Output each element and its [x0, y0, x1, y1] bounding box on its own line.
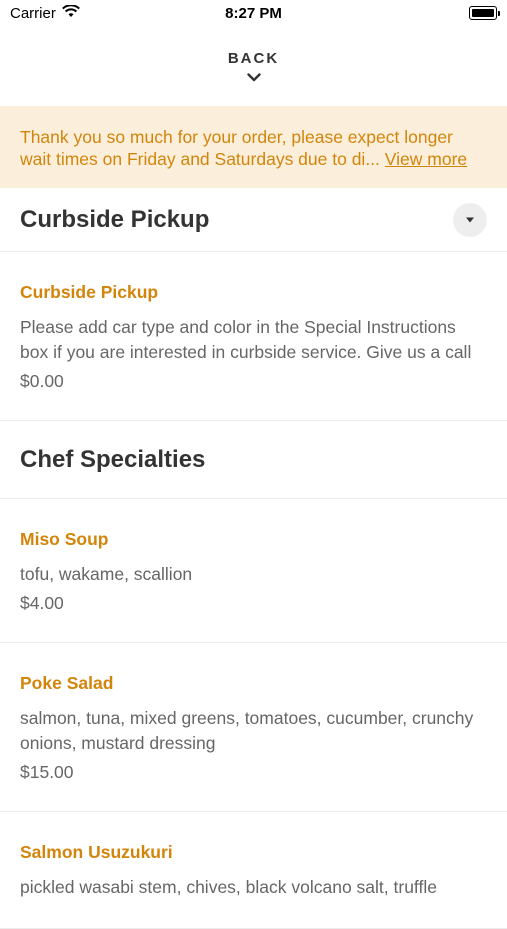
menu-item-curbside[interactable]: Curbside Pickup Please add car type and … [0, 252, 507, 421]
item-name: Poke Salad [20, 673, 114, 693]
section-header-curbside: Curbside Pickup [0, 188, 507, 252]
section-title: Curbside Pickup [20, 205, 210, 233]
item-description: pickled wasabi stem, chives, black volca… [20, 877, 437, 897]
view-more-link[interactable]: View more [385, 149, 467, 169]
item-description: tofu, wakame, scallion [20, 564, 193, 584]
section-header-chef: Chef Specialties [0, 421, 507, 499]
section-title: Chef Specialties [20, 445, 206, 473]
item-name: Salmon Usuzukuri [20, 842, 173, 862]
item-description: salmon, tuna, mixed greens, tomatoes, cu… [20, 708, 474, 753]
chevron-down-icon [246, 69, 261, 87]
category-dropdown-button[interactable] [453, 202, 487, 237]
status-bar: Carrier 8:27 PM [0, 0, 507, 28]
status-time: 8:27 PM [225, 5, 282, 22]
item-name: Miso Soup [20, 529, 109, 549]
item-price: $0.00 [20, 371, 64, 391]
item-name: Curbside Pickup [20, 282, 159, 302]
battery-icon [469, 6, 500, 20]
item-description: Please add car type and color in the Spe… [20, 317, 472, 362]
item-price: $4.00 [20, 593, 64, 613]
caret-down-icon [466, 217, 474, 222]
back-label: BACK [227, 50, 280, 67]
item-price: $15.00 [20, 762, 74, 782]
menu-item-salmon-usuzukuri[interactable]: Salmon Usuzukuri pickled wasabi stem, ch… [0, 812, 507, 929]
menu-item-miso-soup[interactable]: Miso Soup tofu, wakame, scallion $4.00 [0, 499, 507, 643]
menu-item-poke-salad[interactable]: Poke Salad salmon, tuna, mixed greens, t… [0, 643, 507, 812]
order-notice-banner: Thank you so much for your order, please… [0, 106, 507, 188]
back-button[interactable]: BACK [0, 28, 507, 106]
